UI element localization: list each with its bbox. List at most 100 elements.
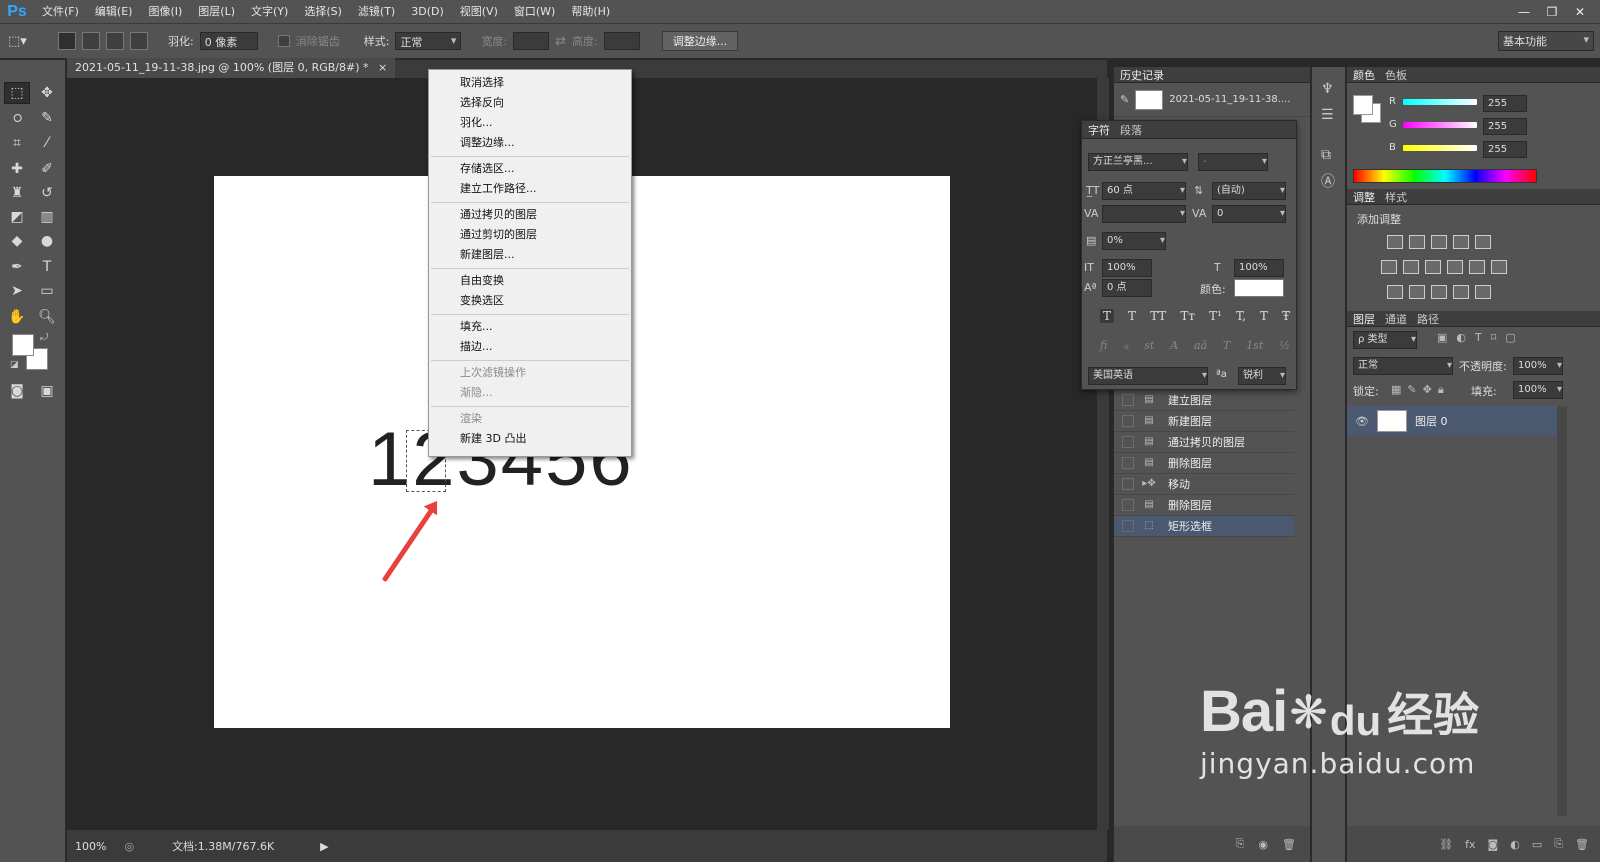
opentype-button-7[interactable]: ½ bbox=[1279, 339, 1290, 352]
context-menu-item[interactable]: 调整边缘... bbox=[429, 133, 631, 153]
type-style-button-2[interactable]: TT bbox=[1150, 309, 1166, 323]
rectangular-marquee-tool-icon[interactable]: ⬚ bbox=[4, 82, 30, 104]
kerning-select[interactable] bbox=[1102, 205, 1186, 223]
restore-button[interactable]: ❐ bbox=[1540, 3, 1564, 20]
menu-item-3[interactable]: 图层(L) bbox=[190, 0, 243, 24]
type-style-button-6[interactable]: T bbox=[1260, 309, 1268, 323]
tab-paths[interactable]: 路径 bbox=[1417, 311, 1439, 327]
eraser-tool-icon[interactable]: ◩ bbox=[4, 206, 30, 228]
feather-input[interactable]: 0 像素 bbox=[199, 32, 258, 50]
link-layers-icon[interactable]: ⛓ bbox=[1439, 838, 1453, 851]
history-checkbox[interactable] bbox=[1122, 436, 1134, 448]
history-checkbox[interactable] bbox=[1122, 394, 1134, 406]
channel-g-value[interactable]: 255 bbox=[1483, 118, 1527, 135]
menu-item-10[interactable]: 帮助(H) bbox=[563, 0, 618, 24]
clone-source-icon[interactable]: ⧉ bbox=[1321, 147, 1331, 163]
color-spectrum-ramp[interactable] bbox=[1353, 169, 1537, 183]
opentype-button-6[interactable]: 1st bbox=[1246, 339, 1263, 352]
refine-edge-button[interactable]: 调整边缘... bbox=[661, 31, 739, 51]
context-menu-item[interactable]: 建立工作路径... bbox=[429, 179, 631, 199]
adjustment-icon[interactable] bbox=[1409, 235, 1425, 249]
tracking-select[interactable]: 0 bbox=[1212, 205, 1286, 223]
context-menu-item[interactable]: 新建 3D 凸出 bbox=[429, 429, 631, 449]
layer-mask-icon[interactable]: ◙ bbox=[1488, 838, 1499, 851]
history-checkbox[interactable] bbox=[1122, 478, 1134, 490]
context-menu-item[interactable]: 通过拷贝的图层 bbox=[429, 205, 631, 225]
swap-colors-icon[interactable]: ⤾ bbox=[40, 332, 48, 343]
adjustment-icon[interactable] bbox=[1387, 285, 1403, 299]
close-button[interactable]: ✕ bbox=[1568, 3, 1592, 20]
quick-selection-tool-icon[interactable]: ✎ bbox=[34, 107, 60, 129]
adjustment-icon[interactable] bbox=[1475, 285, 1491, 299]
channel-b-slider[interactable] bbox=[1403, 145, 1477, 151]
brush-tool-icon[interactable]: ✐ bbox=[34, 158, 60, 180]
context-menu-item[interactable]: 羽化... bbox=[429, 113, 631, 133]
leading-select[interactable]: (自动) bbox=[1212, 182, 1286, 200]
adjustment-icon[interactable] bbox=[1403, 260, 1419, 274]
layer-filter-icons[interactable]: ▣◐T⌑▢ bbox=[1437, 331, 1525, 344]
context-menu-item[interactable]: 新建图层... bbox=[429, 245, 631, 265]
minimize-button[interactable]: — bbox=[1512, 3, 1536, 20]
history-item[interactable]: ▤ 通过拷贝的图层 bbox=[1114, 432, 1294, 453]
font-size-select[interactable]: 60 点 bbox=[1102, 182, 1186, 200]
intersect-selection-icon[interactable] bbox=[130, 32, 148, 50]
history-checkbox[interactable] bbox=[1122, 457, 1134, 469]
adjustment-icon[interactable] bbox=[1409, 285, 1425, 299]
adjustment-layer-icon[interactable]: ◐ bbox=[1510, 838, 1520, 851]
adjustment-icon[interactable] bbox=[1453, 285, 1469, 299]
history-checkbox[interactable] bbox=[1122, 499, 1134, 511]
type-style-button-4[interactable]: T¹ bbox=[1209, 309, 1222, 323]
move-tool-icon[interactable]: ✥ bbox=[34, 82, 60, 104]
layer-filter-select[interactable]: ρ 类型 bbox=[1353, 331, 1417, 349]
layer-fx-icon[interactable]: fx bbox=[1465, 838, 1475, 851]
zoom-level[interactable]: 100% bbox=[75, 840, 106, 853]
channel-g-slider[interactable] bbox=[1403, 122, 1477, 128]
menu-item-5[interactable]: 选择(S) bbox=[296, 0, 350, 24]
adjustment-icon[interactable] bbox=[1425, 260, 1441, 274]
fill-input[interactable]: 100% bbox=[1513, 381, 1563, 399]
menu-item-0[interactable]: 文件(F) bbox=[34, 0, 87, 24]
brush-presets-icon[interactable]: ♆ bbox=[1321, 81, 1334, 97]
opentype-button-2[interactable]: st bbox=[1144, 339, 1154, 352]
new-layer-icon[interactable]: ⎘ bbox=[1554, 837, 1563, 851]
horizontal-scale-input[interactable]: 100% bbox=[1234, 259, 1284, 277]
menu-item-7[interactable]: 3D(D) bbox=[403, 0, 452, 24]
status-menu-arrow-icon[interactable]: ▶ bbox=[320, 840, 328, 853]
font-style-select[interactable]: - bbox=[1198, 153, 1268, 171]
history-brush-tool-icon[interactable]: ↺ bbox=[34, 182, 60, 204]
marquee-tool-preset-icon[interactable]: ⬚▾ bbox=[8, 32, 38, 50]
context-menu-item[interactable]: 自由变换 bbox=[429, 271, 631, 291]
layer-group-icon[interactable]: ▭ bbox=[1532, 838, 1542, 851]
vertical-scale-input[interactable]: 100% bbox=[1102, 259, 1152, 277]
character-styles-icon[interactable]: Ⓐ bbox=[1321, 171, 1335, 191]
brush-panel-icon[interactable]: ☰ bbox=[1321, 107, 1334, 123]
type-style-button-5[interactable]: T, bbox=[1236, 309, 1246, 323]
hand-tool-icon[interactable]: ✋ bbox=[4, 306, 30, 328]
tab-adjustments[interactable]: 调整 bbox=[1353, 189, 1375, 205]
adjustment-icon[interactable] bbox=[1475, 235, 1491, 249]
text-antialias-select[interactable]: 锐利 bbox=[1238, 367, 1286, 385]
history-checkbox[interactable] bbox=[1122, 520, 1134, 532]
gradient-tool-icon[interactable]: ▥ bbox=[34, 206, 60, 228]
history-tab[interactable]: 历史记录 bbox=[1120, 67, 1164, 83]
context-menu-item[interactable]: 取消选择 bbox=[429, 73, 631, 93]
default-colors-icon[interactable]: ◪ bbox=[10, 360, 19, 370]
layer-visibility-eye-icon[interactable]: 👁︎ bbox=[1355, 415, 1369, 428]
subtract-selection-icon[interactable] bbox=[106, 32, 124, 50]
channel-r-value[interactable]: 255 bbox=[1483, 95, 1527, 112]
context-menu-item[interactable]: 变换选区 bbox=[429, 291, 631, 311]
tsume-select[interactable]: 0% bbox=[1102, 232, 1166, 250]
tab-character[interactable]: 字符 bbox=[1088, 122, 1110, 138]
type-tool-icon[interactable]: T bbox=[34, 256, 60, 278]
blend-mode-select[interactable]: 正常 bbox=[1353, 357, 1453, 375]
style-select[interactable]: 正常 bbox=[395, 32, 462, 50]
menu-item-1[interactable]: 编辑(E) bbox=[87, 0, 141, 24]
pen-tool-icon[interactable]: ✒ bbox=[4, 256, 30, 278]
foreground-color-swatch[interactable] bbox=[12, 334, 34, 356]
adjustment-icon[interactable] bbox=[1381, 260, 1397, 274]
opentype-button-1[interactable]: ℴ bbox=[1123, 339, 1128, 352]
width-input[interactable] bbox=[513, 32, 550, 50]
opacity-input[interactable]: 100% bbox=[1513, 357, 1563, 375]
menu-item-4[interactable]: 文字(Y) bbox=[243, 0, 296, 24]
screen-mode-icon[interactable]: ▣ bbox=[34, 380, 60, 402]
